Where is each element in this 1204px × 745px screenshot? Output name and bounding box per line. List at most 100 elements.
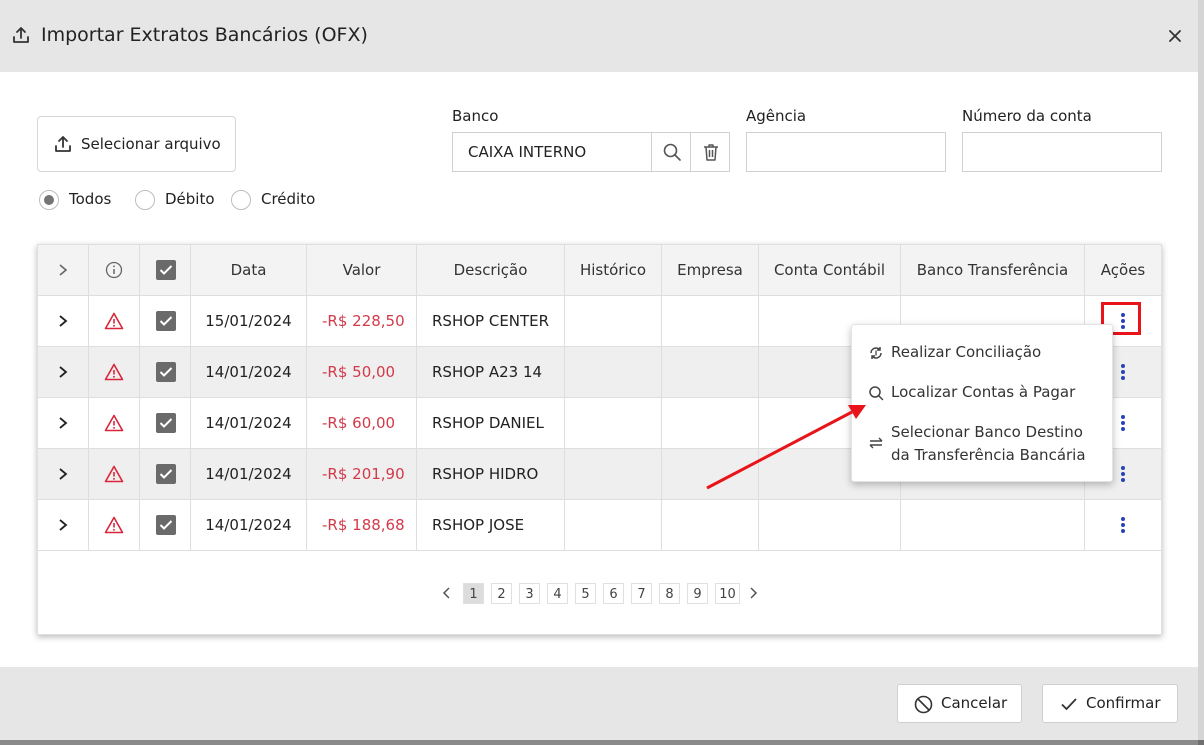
more-actions-icon[interactable] bbox=[1113, 410, 1133, 436]
expand-cell[interactable] bbox=[38, 500, 89, 551]
search-icon bbox=[869, 386, 884, 401]
cancel-button[interactable]: Cancelar bbox=[897, 684, 1022, 723]
history-cell[interactable] bbox=[565, 347, 662, 398]
filter-radio-todos[interactable] bbox=[39, 190, 59, 210]
value-cell: -R$ 60,00 bbox=[307, 398, 417, 449]
page-button[interactable]: 6 bbox=[603, 583, 624, 604]
select-cell bbox=[140, 500, 191, 551]
select-cell bbox=[140, 296, 191, 347]
more-actions-icon[interactable] bbox=[1113, 461, 1133, 487]
bank-value: CAIXA INTERNO bbox=[468, 143, 587, 161]
chevron-right-icon[interactable] bbox=[57, 467, 69, 481]
transfer-icon bbox=[869, 437, 883, 449]
warning-cell bbox=[89, 449, 140, 500]
company-cell[interactable] bbox=[662, 296, 759, 347]
description-cell: RSHOP HIDRO bbox=[417, 449, 565, 500]
row-checkbox[interactable] bbox=[156, 362, 176, 382]
chevron-right-icon[interactable] bbox=[57, 365, 69, 379]
expand-cell[interactable] bbox=[38, 398, 89, 449]
page-button[interactable]: 1 bbox=[463, 583, 484, 604]
menu-item-reconcile[interactable]: Realizar Conciliação bbox=[852, 341, 1112, 365]
date-cell: 14/01/2024 bbox=[191, 347, 307, 398]
page-button[interactable]: 5 bbox=[575, 583, 596, 604]
page-button[interactable]: 8 bbox=[659, 583, 680, 604]
header-account[interactable]: Conta Contábil bbox=[759, 245, 901, 296]
prev-page-icon[interactable] bbox=[442, 587, 452, 599]
chevron-right-icon[interactable] bbox=[57, 314, 69, 328]
expand-all-header[interactable] bbox=[38, 245, 89, 296]
cancel-label: Cancelar bbox=[941, 694, 1008, 712]
chevron-right-icon[interactable] bbox=[57, 416, 69, 430]
info-header bbox=[89, 245, 140, 296]
header-description[interactable]: Descrição bbox=[417, 245, 565, 296]
menu-item-destination-line1: Selecionar Banco Destino bbox=[891, 423, 1083, 441]
page-button[interactable]: 4 bbox=[547, 583, 568, 604]
company-cell[interactable] bbox=[662, 347, 759, 398]
header-value[interactable]: Valor bbox=[307, 245, 417, 296]
warning-icon bbox=[104, 516, 124, 534]
page-button[interactable]: 3 bbox=[519, 583, 540, 604]
expand-cell[interactable] bbox=[38, 296, 89, 347]
select-cell bbox=[140, 347, 191, 398]
dialog-header: Importar Extratos Bancários (OFX) bbox=[0, 0, 1198, 72]
select-all-header bbox=[140, 245, 191, 296]
close-icon[interactable] bbox=[1166, 27, 1184, 45]
import-ofx-dialog: Importar Extratos Bancários (OFX) Seleci… bbox=[0, 0, 1198, 740]
confirm-label: Confirmar bbox=[1086, 694, 1161, 712]
header-bank-transfer[interactable]: Banco Transferência bbox=[901, 245, 1085, 296]
header-date[interactable]: Data bbox=[191, 245, 307, 296]
agency-input[interactable] bbox=[746, 132, 946, 172]
upload-icon bbox=[55, 136, 71, 152]
select-cell bbox=[140, 398, 191, 449]
company-cell[interactable] bbox=[662, 500, 759, 551]
row-checkbox[interactable] bbox=[156, 464, 176, 484]
page-button[interactable]: 9 bbox=[687, 583, 708, 604]
expand-cell[interactable] bbox=[38, 449, 89, 500]
date-cell: 15/01/2024 bbox=[191, 296, 307, 347]
bank-transfer-cell[interactable] bbox=[901, 500, 1085, 551]
confirm-button[interactable]: Confirmar bbox=[1042, 684, 1178, 723]
more-actions-icon[interactable] bbox=[1113, 359, 1133, 385]
account-cell[interactable] bbox=[759, 500, 901, 551]
select-file-button[interactable]: Selecionar arquivo bbox=[37, 116, 236, 172]
scrollbar-thumb[interactable] bbox=[1198, 0, 1204, 740]
more-actions-icon[interactable] bbox=[1113, 512, 1133, 538]
row-checkbox[interactable] bbox=[156, 311, 176, 331]
bank-clear-button[interactable] bbox=[690, 133, 729, 171]
filter-radio-credito[interactable] bbox=[231, 190, 251, 210]
menu-item-find-payables[interactable]: Localizar Contas à Pagar bbox=[852, 381, 1112, 405]
company-cell[interactable] bbox=[662, 449, 759, 500]
header-history[interactable]: Histórico bbox=[565, 245, 662, 296]
filter-label-todos: Todos bbox=[69, 190, 112, 208]
history-cell[interactable] bbox=[565, 398, 662, 449]
expand-cell[interactable] bbox=[38, 347, 89, 398]
select-file-label: Selecionar arquivo bbox=[81, 135, 221, 153]
description-cell: RSHOP CENTER bbox=[417, 296, 565, 347]
date-cell: 14/01/2024 bbox=[191, 500, 307, 551]
checkmark-icon bbox=[159, 469, 173, 479]
warning-cell bbox=[89, 347, 140, 398]
chevron-right-icon[interactable] bbox=[57, 518, 69, 532]
account-input[interactable] bbox=[962, 132, 1162, 172]
history-cell[interactable] bbox=[565, 449, 662, 500]
menu-item-select-destination-bank[interactable]: Selecionar Banco Destino da Transferênci… bbox=[852, 421, 1112, 469]
next-page-icon[interactable] bbox=[748, 587, 758, 599]
search-icon bbox=[663, 143, 681, 161]
header-company[interactable]: Empresa bbox=[662, 245, 759, 296]
bank-search-button[interactable] bbox=[651, 133, 690, 171]
scrollbar[interactable] bbox=[1198, 0, 1204, 745]
warning-cell bbox=[89, 296, 140, 347]
company-cell[interactable] bbox=[662, 398, 759, 449]
page-button[interactable]: 2 bbox=[491, 583, 512, 604]
row-checkbox[interactable] bbox=[156, 413, 176, 433]
filter-radio-debito[interactable] bbox=[135, 190, 155, 210]
select-all-checkbox[interactable] bbox=[156, 260, 176, 280]
history-cell[interactable] bbox=[565, 296, 662, 347]
page-button[interactable]: 10 bbox=[715, 583, 740, 604]
value-cell: -R$ 201,90 bbox=[307, 449, 417, 500]
table-row[interactable]: 14/01/2024 -R$ 188,68 RSHOP JOSE bbox=[38, 500, 1161, 551]
history-cell[interactable] bbox=[565, 500, 662, 551]
row-checkbox[interactable] bbox=[156, 515, 176, 535]
page-button[interactable]: 7 bbox=[631, 583, 652, 604]
select-cell bbox=[140, 449, 191, 500]
